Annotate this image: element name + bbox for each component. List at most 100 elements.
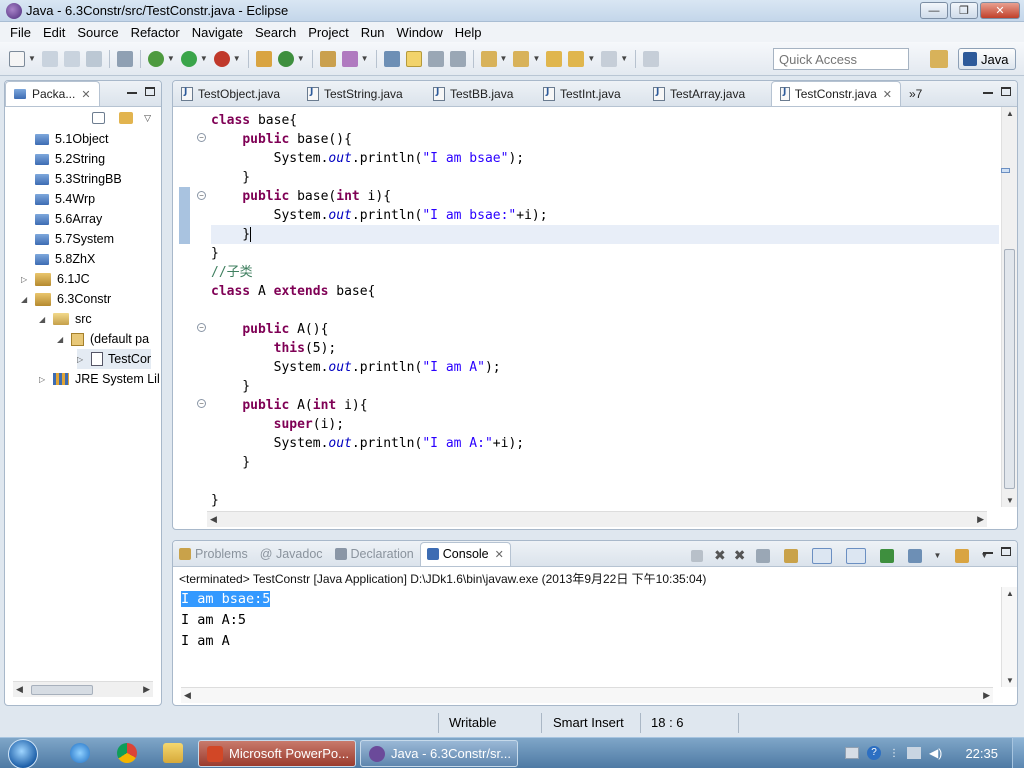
quick-access-input[interactable] (773, 48, 909, 70)
console-horizontal-scrollbar[interactable]: ◀ ▶ (181, 687, 993, 703)
pin-console-icon[interactable] (880, 548, 895, 563)
expand-icon[interactable]: ▷ (21, 275, 31, 284)
scrollbar-thumb[interactable] (1004, 249, 1015, 489)
maximize-icon[interactable] (145, 87, 155, 96)
save-all-icon[interactable] (63, 50, 80, 67)
close-icon[interactable]: ✕ (883, 88, 892, 101)
close-button[interactable]: ✕ (980, 2, 1020, 19)
code-line[interactable]: } (211, 168, 250, 187)
run-icon[interactable] (180, 50, 197, 67)
code-line[interactable]: System.out.println("I am bsae"); (211, 149, 524, 168)
tree-item[interactable]: ◢ src (39, 309, 92, 329)
chevron-down-icon[interactable]: ▼ (233, 54, 241, 63)
tab-overflow[interactable]: »7 (901, 82, 941, 106)
toggle-mark-occurrences-icon[interactable] (383, 50, 400, 67)
code-line[interactable]: class A extends base{ (211, 282, 375, 301)
taskbar-powerpoint-button[interactable]: Microsoft PowerPo... (198, 740, 356, 767)
menu-source[interactable]: Source (71, 25, 124, 40)
expand-icon[interactable]: ▷ (77, 355, 87, 364)
menu-run[interactable]: Run (355, 25, 391, 40)
open-console-icon[interactable] (955, 548, 970, 563)
highlight-icon[interactable] (405, 50, 422, 67)
tree-item[interactable]: ◢ 6.3Constr (21, 289, 111, 309)
scroll-down-icon[interactable]: ▼ (1006, 676, 1014, 685)
tree-item[interactable]: 5.2String (35, 149, 105, 169)
scrollbar-thumb[interactable] (31, 685, 93, 695)
code-line[interactable]: public A(){ (211, 320, 328, 339)
editor-body[interactable]: − − − − class base{ public base(){ Syste… (173, 107, 1017, 529)
overview-ruler-marker[interactable] (1001, 168, 1010, 173)
menu-project[interactable]: Project (302, 25, 354, 40)
remove-launch-icon[interactable]: ✖ (714, 547, 726, 564)
tree-item[interactable]: ◢ (default pa (57, 329, 149, 349)
code-line[interactable]: class base{ (211, 111, 297, 130)
chevron-down-icon[interactable]: ▼ (361, 54, 369, 63)
new-java-class-icon[interactable] (277, 50, 294, 67)
collapse-all-icon[interactable] (92, 112, 106, 124)
tree-item[interactable]: 5.4Wrp (35, 189, 95, 209)
chevron-down-icon[interactable]: ▼ (532, 54, 540, 63)
forward-icon[interactable] (601, 50, 618, 67)
scroll-left-icon[interactable]: ◀ (184, 690, 191, 701)
chevron-down-icon[interactable]: ▼ (587, 54, 595, 63)
volume-icon[interactable]: ◀) (929, 746, 942, 760)
chevron-down-icon[interactable]: ▼ (28, 54, 36, 63)
chrome-icon[interactable] (117, 743, 137, 763)
debug-icon[interactable] (147, 50, 164, 67)
search-icon[interactable] (341, 50, 358, 67)
tab-testarray[interactable]: TestArray.java (645, 82, 771, 106)
tab-testconstr[interactable]: TestConstr.java ✕ (771, 81, 901, 106)
expand-icon[interactable]: ▷ (39, 375, 49, 384)
network-icon[interactable] (907, 747, 921, 759)
scroll-down-icon[interactable]: ▼ (1006, 496, 1014, 505)
tree-item-selected[interactable]: ▷ TestCor (77, 349, 152, 369)
maximize-icon[interactable] (1001, 547, 1011, 556)
show-on-stdout-icon[interactable] (812, 547, 833, 564)
collapse-icon[interactable]: ◢ (39, 315, 49, 324)
fold-icon[interactable]: − (197, 399, 206, 408)
show-whitespace-icon[interactable] (449, 50, 466, 67)
tree-item[interactable]: 5.8ZhX (35, 249, 95, 269)
skip-breakpoints-icon[interactable] (116, 50, 133, 67)
start-button[interactable] (8, 739, 38, 768)
scroll-right-icon[interactable]: ▶ (977, 514, 984, 525)
editor-horizontal-scrollbar[interactable]: ◀ ▶ (207, 511, 987, 527)
open-type-icon[interactable] (319, 50, 336, 67)
pin-editor-icon[interactable] (643, 50, 660, 67)
keyboard-icon[interactable] (845, 747, 859, 759)
save-icon[interactable] (41, 50, 58, 67)
chevron-down-icon[interactable]: ▼ (167, 54, 175, 63)
console-output[interactable]: I am bsae:5 I am A:5 I am A (173, 587, 1001, 687)
menu-window[interactable]: Window (391, 25, 449, 40)
scroll-right-icon[interactable]: ▶ (983, 690, 990, 701)
show-on-stderr-icon[interactable] (846, 547, 867, 564)
code-line[interactable]: super(i); (211, 415, 344, 434)
minimize-icon[interactable] (127, 92, 137, 94)
internet-explorer-icon[interactable] (70, 743, 90, 763)
help-icon[interactable]: ? (867, 746, 881, 760)
code-line[interactable]: public A(int i){ (211, 396, 367, 415)
scroll-lock-icon[interactable] (784, 548, 799, 563)
code-line[interactable]: } (211, 377, 250, 396)
new-java-project-icon[interactable] (255, 50, 272, 67)
tab-package-explorer[interactable]: Packa... ✕ (5, 81, 100, 106)
tab-javadoc[interactable]: @ Javadoc (254, 542, 329, 566)
minimize-icon[interactable] (983, 92, 993, 94)
maximize-button[interactable]: ❐ (950, 2, 978, 19)
code-line[interactable]: } (211, 244, 219, 263)
fold-icon[interactable]: − (197, 191, 206, 200)
collapse-icon[interactable]: ◢ (21, 295, 31, 304)
new-icon[interactable] (9, 50, 25, 67)
close-icon[interactable]: ✕ (81, 88, 90, 101)
code-line[interactable]: public base(){ (211, 130, 352, 149)
run-external-tools-icon[interactable] (213, 50, 230, 67)
tab-teststring[interactable]: TestString.java (299, 82, 425, 106)
clear-console-icon[interactable] (756, 548, 771, 563)
display-console-icon[interactable] (908, 548, 923, 563)
file-explorer-icon[interactable] (163, 743, 183, 763)
code-line[interactable]: } (211, 491, 219, 510)
collapse-icon[interactable]: ◢ (57, 335, 67, 344)
menu-search[interactable]: Search (249, 25, 302, 40)
fold-icon[interactable]: − (197, 133, 206, 142)
scroll-up-icon[interactable]: ▲ (1006, 589, 1014, 598)
